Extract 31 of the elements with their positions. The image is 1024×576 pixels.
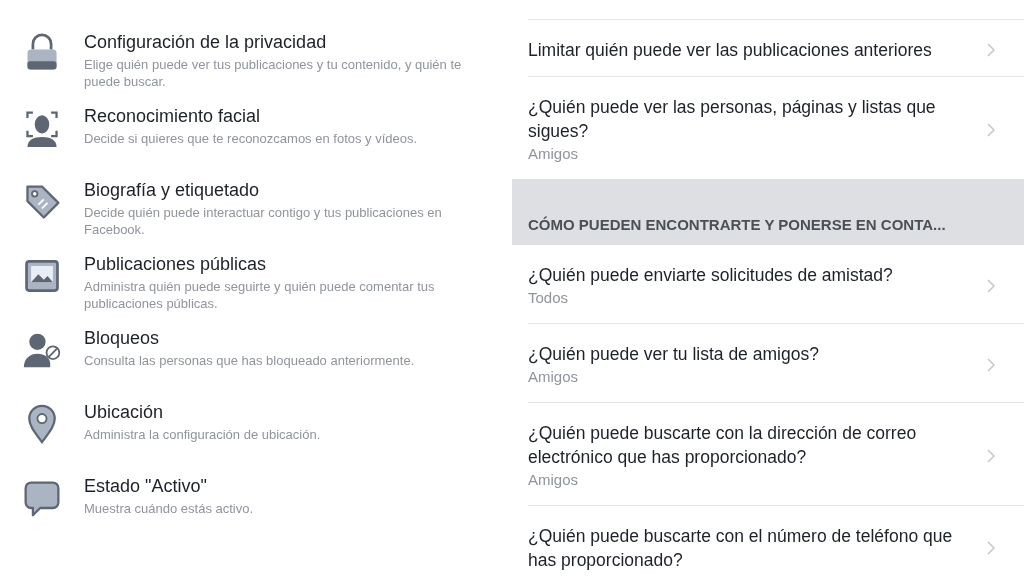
privacy-question[interactable]: Limitar quién puede ver las publicaciones anteriores <box>528 38 978 62</box>
chevron-icon <box>986 448 996 464</box>
privacy-question[interactable]: ¿Quién puede ver las personas, páginas y listas que sigues? <box>528 95 978 143</box>
audience-value: Amigos <box>528 144 580 164</box>
setting-title[interactable]: Ubicación <box>84 400 494 424</box>
setting-title[interactable]: Biografía y etiquetado <box>84 178 494 202</box>
setting-title[interactable]: Bloqueos <box>84 326 494 350</box>
privacy-question[interactable]: ¿Quién puede buscarte con el número de teléfono que has proporcionado? <box>528 524 978 572</box>
section-header: CÓMO PUEDEN ENCONTRARTE Y PONERSE EN CONTA... <box>512 179 1024 245</box>
privacy-question[interactable]: ¿Quién puede buscarte con la dirección de correo electrónico que has proporcionado? <box>528 421 978 469</box>
setting-description: Decide quién puede interactuar contigo y tus publicaciones en Facebook. <box>84 204 443 238</box>
chevron-icon <box>986 122 996 138</box>
privacy-question[interactable]: ¿Quién puede ver tu lista de amigos? <box>528 342 978 366</box>
setting-title[interactable]: Configuración de la privacidad <box>84 30 494 54</box>
setting-description: Decide si quieres que te reconozcamos en fotos y vídeos. <box>84 130 419 147</box>
chevron-icon <box>986 357 996 373</box>
setting-description: Administra quién puede seguirte y quién puede comentar tus publicaciones públicas. <box>84 278 436 312</box>
audience-value: Amigos <box>528 367 580 387</box>
audience-value: Amigos <box>528 470 580 490</box>
chevron-icon <box>986 540 996 556</box>
setting-description: Administra la configuración de ubicación. <box>84 426 322 443</box>
audience-value: Todos <box>528 288 570 308</box>
privacy-question[interactable]: ¿Quién puede enviarte solicitudes de amistad? <box>528 263 978 287</box>
setting-description: Muestra cuándo estás activo. <box>84 500 255 517</box>
setting-description: Consulta las personas que has bloqueado anteriormente. <box>84 352 416 369</box>
setting-title[interactable]: Reconocimiento facial <box>84 104 494 128</box>
setting-title[interactable]: Estado "Activo" <box>84 474 494 498</box>
setting-title[interactable]: Publicaciones públicas <box>84 252 494 276</box>
chevron-icon <box>986 278 996 294</box>
setting-description: Elige quién puede ver tus publicaciones y tu contenido, y quién te puede buscar. <box>84 56 463 90</box>
chevron-icon <box>986 42 996 58</box>
